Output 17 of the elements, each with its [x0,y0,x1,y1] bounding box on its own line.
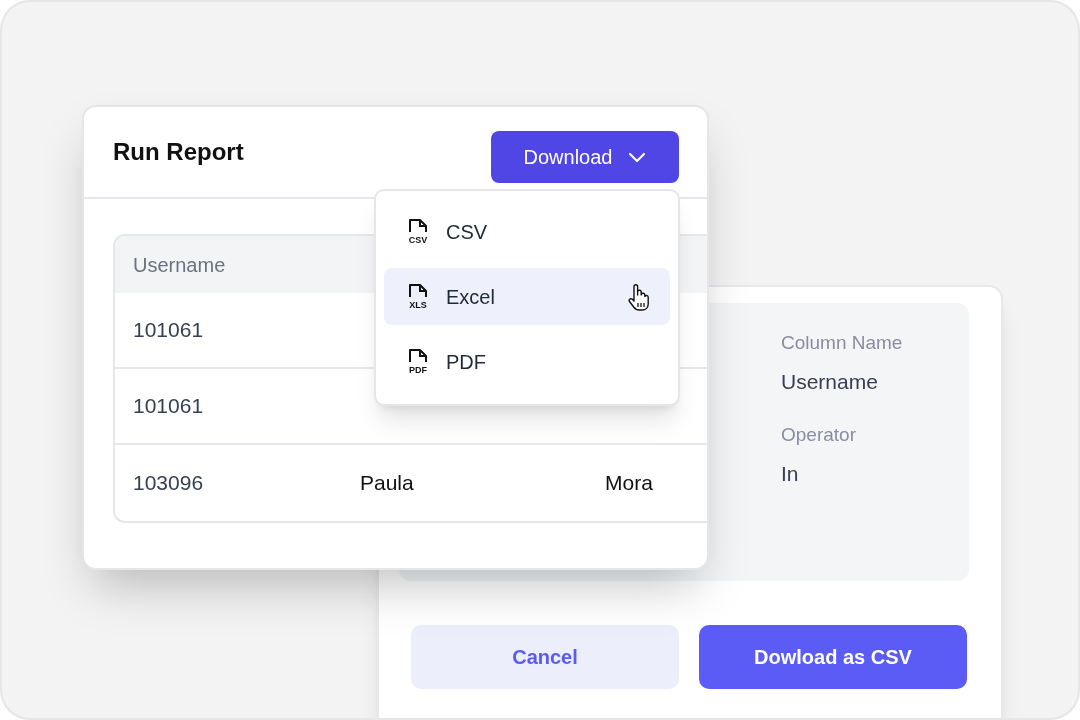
chevron-down-icon [628,151,647,163]
hand-cursor-icon [628,282,650,311]
field-label: Operator [781,423,857,447]
table-cell: Paula [360,471,414,495]
field-value: In [781,460,800,487]
table-cell: 101061 [133,394,204,418]
column-header: Username [133,253,226,276]
table-cell: 101061 [133,318,204,342]
menu-item[interactable]: XLS Excel [384,268,670,325]
table-cell: 103096 [133,471,204,495]
download-button[interactable]: Download [491,131,679,183]
field-label: Column Name [781,331,904,355]
table-cell: Mora [605,471,653,495]
card-title: Run Report [113,137,244,167]
download-csv-button[interactable]: Dowload as CSV [699,625,967,689]
field-value: Username [781,368,879,395]
cancel-button[interactable]: Cancel [411,625,679,689]
